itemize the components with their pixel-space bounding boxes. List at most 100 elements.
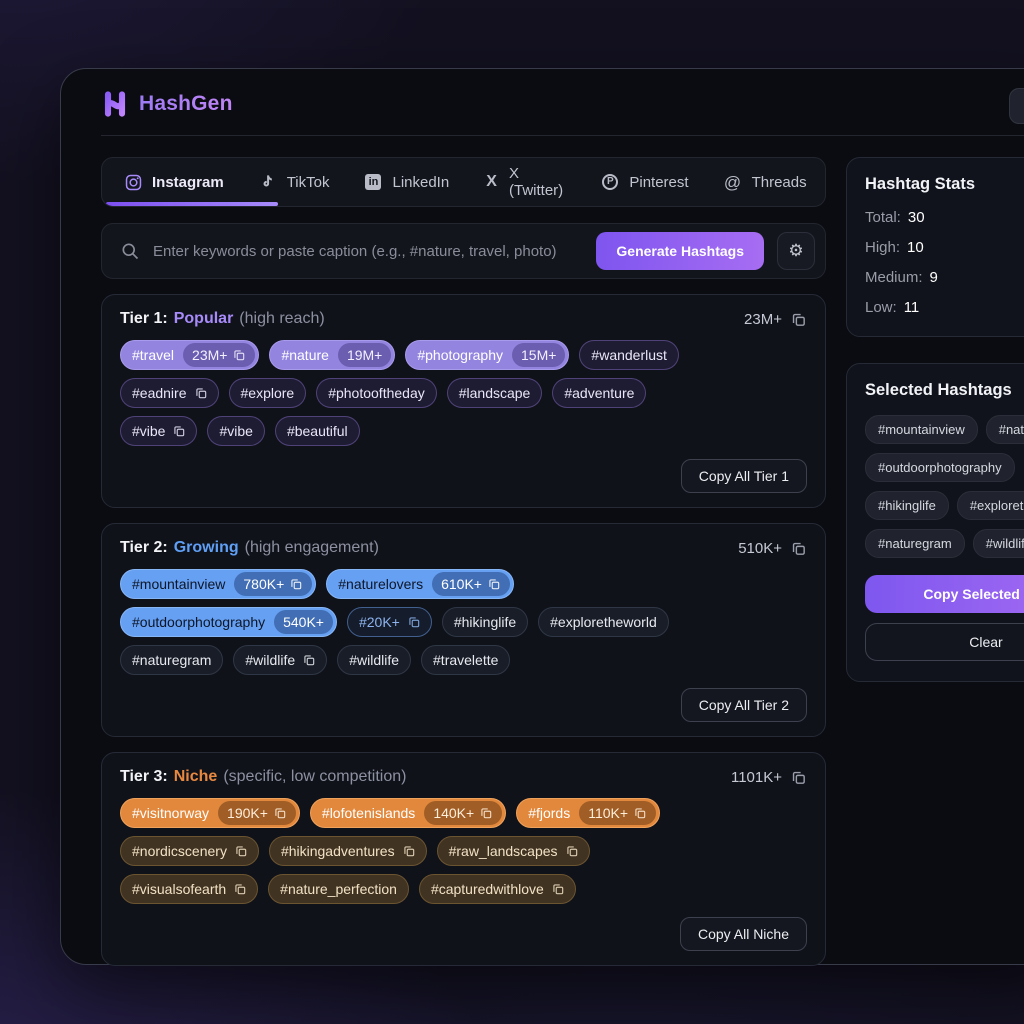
reach-count: 140K+ — [424, 801, 502, 825]
hashtag-pill[interactable]: #outdoorphotography540K+ — [120, 607, 337, 637]
copy-icon[interactable] — [551, 882, 565, 896]
header-action-button[interactable]: S — [1009, 88, 1024, 124]
hashtag-pill[interactable]: #nature_perfection — [268, 874, 409, 904]
hashtag-label: #capturedwithlove — [420, 882, 555, 896]
copy-icon[interactable] — [565, 844, 579, 858]
hashtag-pill[interactable]: #hikinglife — [442, 607, 528, 637]
selected-row: #hikinglife #exploretheworld — [865, 491, 1024, 520]
hashtag-pill[interactable]: #mountainview780K+ — [120, 569, 316, 599]
copy-icon[interactable] — [790, 540, 807, 557]
hashtag-pill[interactable]: #raw_landscapes — [437, 836, 590, 866]
tier1-hashtags: #travel23M+ #nature19M+ #photography15M+ #w… — [120, 340, 807, 446]
hashtag-pill[interactable]: #beautiful — [275, 416, 360, 446]
hashtag-pill[interactable]: #visualsofearth — [120, 874, 258, 904]
pinterest-icon: P — [600, 172, 620, 192]
hashtag-label: #hikingadventures — [270, 844, 406, 858]
app-window: HashGen S InstagramTikTokinLinkedInXX (T… — [60, 68, 1024, 965]
selected-hashtag-pill[interactable]: #mountainview — [865, 415, 978, 444]
copy-icon[interactable] — [233, 882, 247, 896]
selected-row: #naturegram #wildlife — [865, 529, 1024, 558]
tier2-header: Tier 2: Growing (high engagement) 510K+ — [120, 539, 807, 557]
copy-icon[interactable] — [172, 424, 186, 438]
hashtag-label: #20K+ — [348, 615, 411, 629]
clear-button[interactable]: Clear — [865, 623, 1024, 661]
hashtag-pill[interactable]: #wildlife — [337, 645, 411, 675]
hashtag-pill[interactable]: #naturegram — [120, 645, 223, 675]
hashtag-pill[interactable]: #wildlife — [233, 645, 327, 675]
tab-linkedin[interactable]: in LinkedIn — [346, 158, 466, 206]
hashtag-pill[interactable]: #capturedwithlove — [419, 874, 576, 904]
copy-icon[interactable] — [487, 577, 501, 591]
copy-all-tier2-button[interactable]: Copy All Tier 2 — [681, 688, 807, 722]
hashtag-pill[interactable]: #explore — [229, 378, 307, 408]
tab-pinterest[interactable]: PPinterest — [583, 158, 705, 206]
reach-count: 15M+ — [512, 343, 565, 367]
hashtag-label: #wildlife — [234, 653, 306, 667]
hashtag-pill[interactable]: #eadnire — [120, 378, 219, 408]
hashtag-pill[interactable]: #landscape — [447, 378, 543, 408]
hashtag-pill[interactable]: #fjords110K+ — [516, 798, 660, 828]
selected-hashtag-pill[interactable]: #naturegram — [865, 529, 965, 558]
gear-icon[interactable]: ⚙ — [777, 232, 815, 270]
copy-icon[interactable] — [234, 844, 248, 858]
copy-icon[interactable] — [273, 806, 287, 820]
selected-hashtag-pill[interactable]: #wildlife — [973, 529, 1024, 558]
copy-all-niche-button[interactable]: Copy All Niche — [680, 917, 807, 951]
copy-icon[interactable] — [194, 386, 208, 400]
hashtag-label: #nature — [270, 348, 339, 362]
tier2-total-reach: 510K+ — [738, 540, 807, 557]
hashtag-pill[interactable]: #nature19M+ — [269, 340, 395, 370]
hashtag-label: #eadnire — [121, 386, 198, 400]
hashtag-pill[interactable]: #travel23M+ — [120, 340, 259, 370]
tab-label: LinkedIn — [392, 174, 449, 191]
stat-low: Low: 11 — [865, 299, 1024, 316]
copy-all-tier1-button[interactable]: Copy All Tier 1 — [681, 459, 807, 493]
hashtag-label: #vibe — [121, 424, 176, 438]
copy-icon[interactable] — [302, 653, 316, 667]
generate-hashtags-button[interactable]: Generate Hashtags — [596, 232, 764, 270]
tab-xtwitter[interactable]: XX (Twitter) — [466, 158, 583, 206]
hashtag-pill[interactable]: #nordicscenery — [120, 836, 259, 866]
tab-tiktok[interactable]: TikTok — [241, 158, 347, 206]
tab-threads[interactable]: @Threads — [706, 158, 824, 206]
hashtag-pill[interactable]: #visitnorway190K+ — [120, 798, 300, 828]
hashtag-pill[interactable]: #hikingadventures — [269, 836, 427, 866]
tab-instagram[interactable]: Instagram — [106, 158, 241, 206]
selected-hashtag-pill[interactable]: #naturelovers — [986, 415, 1024, 444]
copy-icon[interactable] — [407, 615, 421, 629]
keywords-input[interactable] — [153, 243, 583, 260]
selected-hashtag-pill[interactable]: #hikinglife — [865, 491, 949, 520]
hashtag-pill[interactable]: #adventure — [552, 378, 646, 408]
hashtag-label: #lofotenislands — [311, 806, 426, 820]
copy-icon[interactable] — [633, 806, 647, 820]
hashtag-pill[interactable]: #photography15M+ — [405, 340, 569, 370]
selected-hashtag-pill[interactable]: #outdoorphotography — [865, 453, 1015, 482]
hashtag-pill[interactable]: #lofotenislands140K+ — [310, 798, 506, 828]
hashtag-label: #nature_perfection — [269, 882, 408, 896]
hashtag-pill[interactable]: #travelette — [421, 645, 510, 675]
hashtag-pill[interactable]: #20K+ — [347, 607, 432, 637]
instagram-icon — [123, 172, 143, 192]
copy-icon[interactable] — [289, 577, 303, 591]
copy-icon[interactable] — [790, 769, 807, 786]
tab-label: TikTok — [287, 174, 330, 191]
reach-count: 780K+ — [234, 572, 312, 596]
hashtag-pill[interactable]: #naturelovers610K+ — [326, 569, 514, 599]
hashtag-row: #nordicscenery #hikingadventures #raw_land… — [120, 836, 807, 866]
hashtag-pill[interactable]: #photooftheday — [316, 378, 437, 408]
hashtag-pill[interactable]: #exploretheworld — [538, 607, 669, 637]
hashtag-label: #outdoorphotography — [121, 615, 276, 629]
copy-icon[interactable] — [790, 311, 807, 328]
copy-icon[interactable] — [402, 844, 416, 858]
copy-icon[interactable] — [232, 348, 246, 362]
linkedin-icon: in — [363, 172, 383, 192]
copy-icon[interactable] — [479, 806, 493, 820]
hashtag-pill[interactable]: #wanderlust — [579, 340, 679, 370]
tiktok-icon — [258, 172, 278, 192]
selected-hashtag-pill[interactable]: #exploretheworld — [957, 491, 1024, 520]
hashtag-stats-panel: Hashtag Stats Total: 30 High: 10 Medium:… — [846, 157, 1024, 337]
hashtag-pill[interactable]: #vibe — [120, 416, 197, 446]
hashtag-pill[interactable]: #vibe — [207, 416, 264, 446]
copy-selected-button[interactable]: Copy Selected (30) — [865, 575, 1024, 613]
tier3-title: Tier 3: Niche (specific, low competition… — [120, 768, 406, 786]
